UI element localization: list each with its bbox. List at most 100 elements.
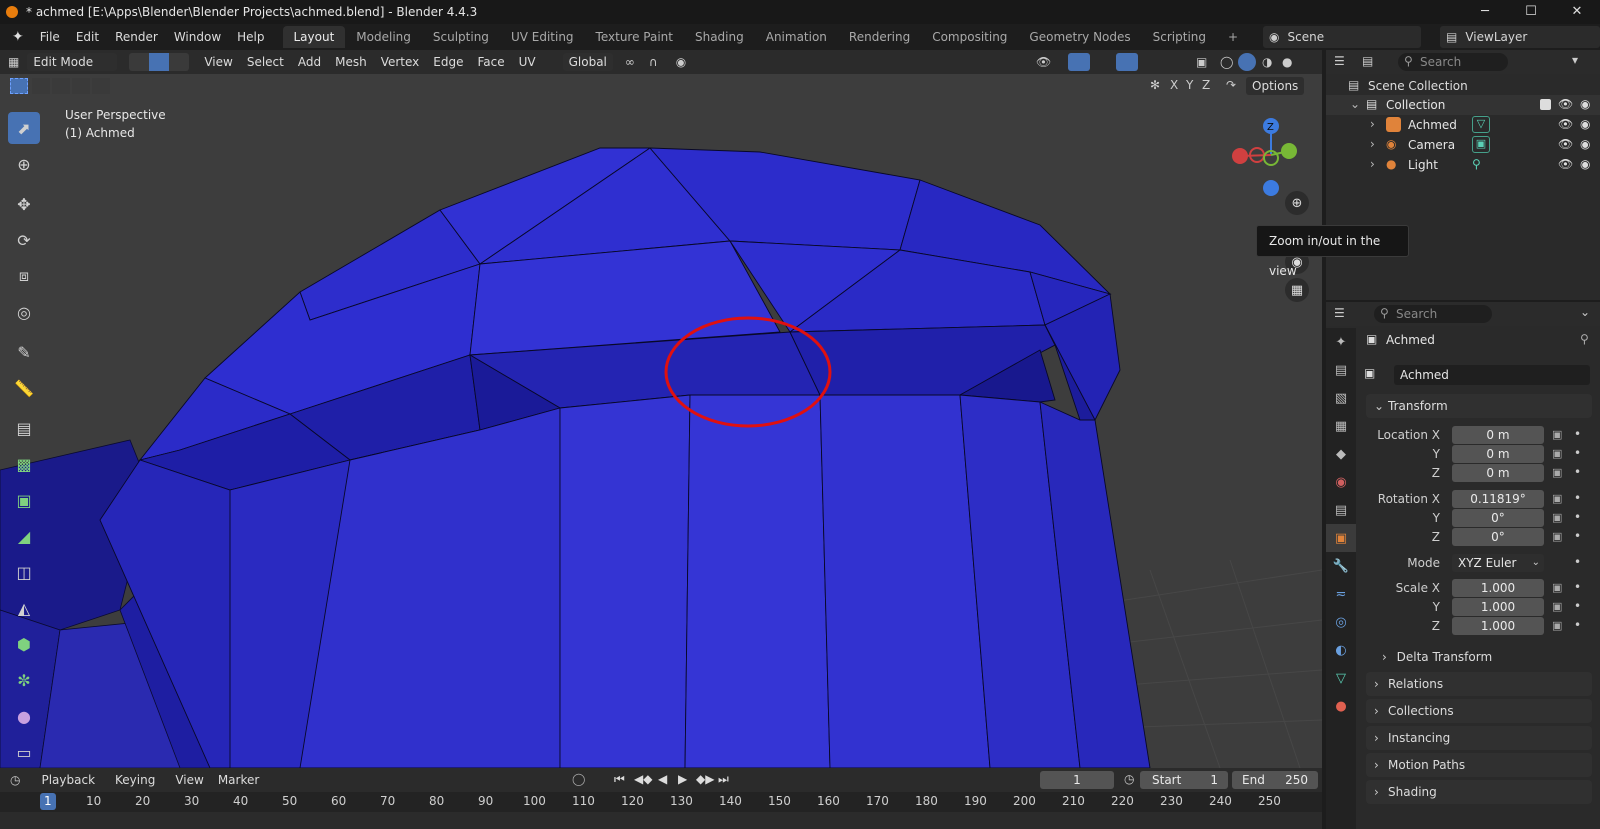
render-visibility-icon[interactable]: ◉: [1580, 157, 1590, 171]
tab-uv-editing[interactable]: UV Editing: [500, 26, 585, 48]
file-menu[interactable]: File: [32, 26, 68, 48]
chevron-down-icon[interactable]: ⌄: [1580, 305, 1590, 319]
keying-menu[interactable]: Keying: [108, 773, 162, 787]
scale-x-field[interactable]: 1.000: [1452, 579, 1544, 597]
keyframe-dot-icon[interactable]: •: [1574, 555, 1581, 569]
lock-icon[interactable]: ▣: [1552, 600, 1562, 613]
playback-menu[interactable]: Playback: [34, 773, 102, 787]
add-menu[interactable]: Add: [291, 55, 328, 69]
window-menu[interactable]: Window: [166, 26, 229, 48]
tab-rendering[interactable]: Rendering: [838, 26, 921, 48]
material-tab-icon[interactable]: ●: [1326, 692, 1356, 720]
collection-render-icon[interactable]: ◉: [1580, 97, 1590, 111]
scale-z-field[interactable]: 1.000: [1452, 617, 1544, 635]
editor-type-icon[interactable]: ▦: [8, 55, 19, 69]
move-tool[interactable]: ✥: [8, 188, 40, 220]
lock-icon[interactable]: ▣: [1552, 530, 1562, 543]
outliner-search-field[interactable]: ⚲ Search: [1398, 53, 1508, 71]
clock-icon[interactable]: ◷: [10, 773, 20, 787]
render-tab-icon[interactable]: ▤: [1326, 356, 1356, 384]
zoom-button[interactable]: ⊕: [1285, 191, 1309, 215]
cursor-tool[interactable]: ⊕: [8, 148, 40, 180]
mode-dropdown[interactable]: Edit Mode: [27, 53, 118, 71]
lock-icon[interactable]: ▣: [1552, 619, 1562, 632]
jump-keyframe-forward-icon[interactable]: ◆▶: [696, 772, 714, 786]
scene-collection-label[interactable]: Scene Collection: [1368, 79, 1468, 93]
mirror-x-toggle[interactable]: X: [1170, 78, 1178, 92]
mesh-data-icon[interactable]: ▽: [1472, 116, 1490, 133]
outliner-item-achmed[interactable]: › Achmed ▽ 👁 ◉: [1326, 115, 1600, 135]
options-dropdown[interactable]: Options: [1246, 77, 1305, 95]
render-menu[interactable]: Render: [107, 26, 166, 48]
add-workspace-button[interactable]: +: [1217, 26, 1249, 48]
close-button[interactable]: ✕: [1554, 0, 1600, 24]
tab-modeling[interactable]: Modeling: [345, 26, 422, 48]
view-menu[interactable]: View: [197, 55, 239, 69]
proportional-edit-icon[interactable]: ◉: [676, 55, 686, 69]
play-icon[interactable]: ▶: [678, 772, 687, 786]
timeline-view-menu[interactable]: View: [168, 773, 210, 787]
outliner-editor-icon[interactable]: ☰: [1334, 54, 1345, 68]
jump-start-icon[interactable]: ⏮: [614, 772, 625, 787]
pin-icon[interactable]: ⚲: [1580, 332, 1589, 346]
jump-end-icon[interactable]: ⏭: [718, 772, 729, 787]
orientation-dropdown[interactable]: Global: [562, 53, 613, 71]
collections-panel-header[interactable]: › Collections: [1366, 699, 1592, 723]
rotation-mode-dropdown[interactable]: XYZ Euler ⌄: [1452, 554, 1544, 572]
expand-icon[interactable]: ›: [1370, 137, 1375, 151]
shading-material-icon[interactable]: ◑: [1262, 55, 1272, 69]
lock-icon[interactable]: ▣: [1552, 466, 1562, 479]
tab-texture-paint[interactable]: Texture Paint: [585, 26, 684, 48]
tool-tab-icon[interactable]: ✦: [1326, 328, 1356, 356]
relations-panel-header[interactable]: › Relations: [1366, 672, 1592, 696]
smooth-tool[interactable]: ●: [8, 700, 40, 732]
object-data-icon[interactable]: ▣: [1364, 366, 1375, 380]
select-mode-face[interactable]: [169, 53, 190, 71]
keyframe-dot-icon[interactable]: •: [1574, 580, 1581, 594]
jump-keyframe-back-icon[interactable]: ◀◆: [634, 772, 652, 786]
tab-layout[interactable]: Layout: [282, 26, 346, 48]
lock-icon[interactable]: ▣: [1552, 492, 1562, 505]
spin-tool[interactable]: ✼: [8, 664, 40, 696]
select-menu[interactable]: Select: [240, 55, 291, 69]
uv-menu[interactable]: UV: [512, 55, 543, 69]
record-icon[interactable]: ◯: [572, 772, 585, 786]
keyframe-dot-icon[interactable]: •: [1574, 599, 1581, 613]
keyframe-dot-icon[interactable]: •: [1574, 465, 1581, 479]
collection-visibility-icon[interactable]: 👁: [1558, 97, 1573, 111]
outliner-item-light[interactable]: › ● Light ⚲ 👁 ◉: [1326, 155, 1600, 175]
timeline-ruler[interactable]: 1 10 20 30 40 50 60 70 80 90 100 110 120…: [0, 792, 1322, 812]
pivot-icon[interactable]: ∞: [625, 55, 635, 69]
tab-shading[interactable]: Shading: [684, 26, 755, 48]
3d-viewport[interactable]: ▦ Edit Mode View Select Add Mesh Vertex …: [0, 50, 1322, 768]
collection-expand-icon[interactable]: ⌄: [1350, 97, 1360, 111]
tab-geometry-nodes[interactable]: Geometry Nodes: [1018, 26, 1141, 48]
gizmo-toggle-icon[interactable]: [1068, 53, 1090, 71]
scale-tool[interactable]: ⧈: [8, 260, 40, 292]
shading-wireframe-icon[interactable]: ◯: [1220, 55, 1233, 69]
navigation-gizmo[interactable]: Z: [1226, 110, 1316, 200]
select-box-tool[interactable]: ⬈: [8, 112, 40, 144]
data-tab-icon[interactable]: ▽: [1326, 664, 1356, 692]
expand-icon[interactable]: ›: [1370, 157, 1375, 171]
collection-row[interactable]: ⌄ ▤ Collection 👁 ◉: [1326, 95, 1600, 115]
object-tab-icon[interactable]: ▣: [1326, 524, 1356, 552]
rotation-y-field[interactable]: 0°: [1452, 509, 1544, 527]
properties-editor-icon[interactable]: ☰: [1334, 306, 1345, 320]
shading-solid-icon[interactable]: [1238, 53, 1256, 71]
marker-menu[interactable]: Marker: [211, 773, 266, 787]
visibility-icon[interactable]: 👁: [1558, 117, 1573, 131]
particles-tab-icon[interactable]: ≂: [1326, 580, 1356, 608]
camera-data-icon[interactable]: ▣: [1472, 136, 1490, 153]
xray-icon[interactable]: ▣: [1196, 55, 1207, 69]
lock-icon[interactable]: ▣: [1552, 581, 1562, 594]
mirror-z-toggle[interactable]: Z: [1202, 78, 1210, 92]
mirror-icon[interactable]: ✻: [1150, 78, 1160, 92]
physics-tab-icon[interactable]: ◎: [1326, 608, 1356, 636]
instancing-panel-header[interactable]: › Instancing: [1366, 726, 1592, 750]
view-layer-tab-icon[interactable]: ▦: [1326, 412, 1356, 440]
minimize-button[interactable]: ─: [1462, 0, 1508, 24]
keyframe-dot-icon[interactable]: •: [1574, 618, 1581, 632]
measure-tool[interactable]: 📏: [8, 372, 40, 404]
tab-animation[interactable]: Animation: [755, 26, 838, 48]
